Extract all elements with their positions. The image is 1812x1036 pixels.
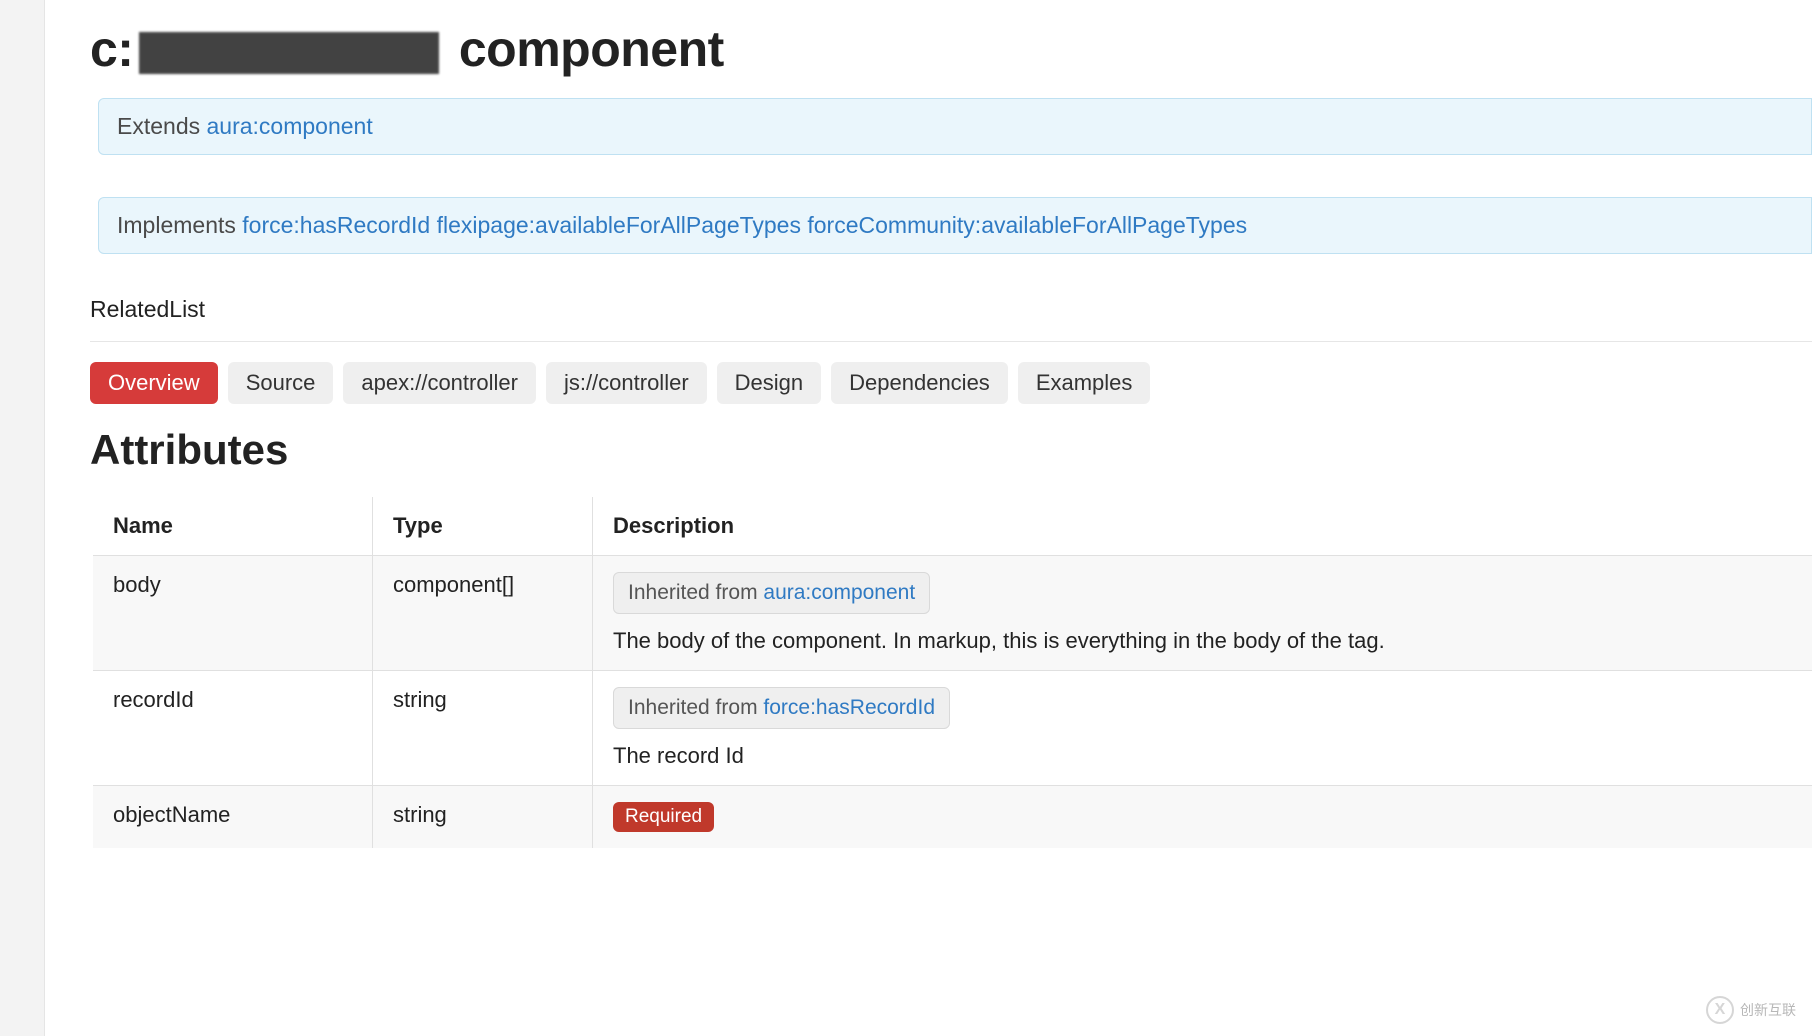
th-description: Description bbox=[593, 497, 1812, 556]
tab-apex-controller[interactable]: apex://controller bbox=[343, 362, 536, 404]
tab-dependencies[interactable]: Dependencies bbox=[831, 362, 1008, 404]
cell-description: Inherited from force:hasRecordId The rec… bbox=[593, 671, 1812, 786]
implements-box: Implements force:hasRecordId flexipage:a… bbox=[98, 197, 1812, 254]
tab-examples[interactable]: Examples bbox=[1018, 362, 1151, 404]
cell-type: string bbox=[373, 671, 593, 786]
cell-description: Inherited from aura:component The body o… bbox=[593, 556, 1812, 671]
inherited-label: Inherited from bbox=[628, 581, 763, 604]
cell-description: Required bbox=[593, 786, 1812, 849]
tab-source[interactable]: Source bbox=[228, 362, 334, 404]
separator bbox=[90, 341, 1812, 342]
inherited-link[interactable]: force:hasRecordId bbox=[763, 696, 935, 719]
implements-label: Implements bbox=[117, 212, 242, 238]
page-content: c: component Extends aura:component Impl… bbox=[90, 0, 1812, 849]
tabs-container: Overview Source apex://controller js://c… bbox=[90, 362, 1812, 404]
tab-overview[interactable]: Overview bbox=[90, 362, 218, 404]
title-prefix: c: bbox=[90, 21, 133, 77]
cell-type: component[] bbox=[373, 556, 593, 671]
extends-box: Extends aura:component bbox=[98, 98, 1812, 155]
table-row: body component[] Inherited from aura:com… bbox=[93, 556, 1812, 671]
title-suffix: component bbox=[445, 21, 723, 77]
component-sublabel: RelatedList bbox=[90, 296, 1812, 323]
inherited-label: Inherited from bbox=[628, 696, 763, 719]
extends-label: Extends bbox=[117, 113, 207, 139]
cell-name: body bbox=[93, 556, 373, 671]
description-text: The body of the component. In markup, th… bbox=[613, 628, 1793, 654]
th-type: Type bbox=[373, 497, 593, 556]
cell-type: string bbox=[373, 786, 593, 849]
table-row: recordId string Inherited from force:has… bbox=[93, 671, 1812, 786]
implements-link-1[interactable]: flexipage:availableForAllPageTypes bbox=[437, 212, 801, 238]
left-gutter bbox=[0, 0, 45, 1036]
watermark: X 创新互联 bbox=[1706, 996, 1796, 1024]
inherited-badge: Inherited from aura:component bbox=[613, 572, 930, 614]
required-badge: Required bbox=[613, 802, 714, 832]
section-title: Attributes bbox=[90, 426, 1812, 474]
watermark-text: 创新互联 bbox=[1740, 1000, 1796, 1020]
cell-name: objectName bbox=[93, 786, 373, 849]
title-redacted bbox=[139, 32, 439, 74]
inherited-link[interactable]: aura:component bbox=[763, 581, 915, 604]
description-text: The record Id bbox=[613, 743, 1793, 769]
inherited-badge: Inherited from force:hasRecordId bbox=[613, 687, 950, 729]
tab-js-controller[interactable]: js://controller bbox=[546, 362, 707, 404]
cell-name: recordId bbox=[93, 671, 373, 786]
attributes-table: Name Type Description body component[] I… bbox=[92, 496, 1812, 849]
extends-link[interactable]: aura:component bbox=[207, 113, 373, 139]
implements-link-0[interactable]: force:hasRecordId bbox=[242, 212, 430, 238]
page-title: c: component bbox=[90, 20, 1812, 78]
watermark-icon: X bbox=[1706, 996, 1734, 1024]
tab-design[interactable]: Design bbox=[717, 362, 821, 404]
table-row: objectName string Required bbox=[93, 786, 1812, 849]
implements-link-2[interactable]: forceCommunity:availableForAllPageTypes bbox=[807, 212, 1247, 238]
th-name: Name bbox=[93, 497, 373, 556]
